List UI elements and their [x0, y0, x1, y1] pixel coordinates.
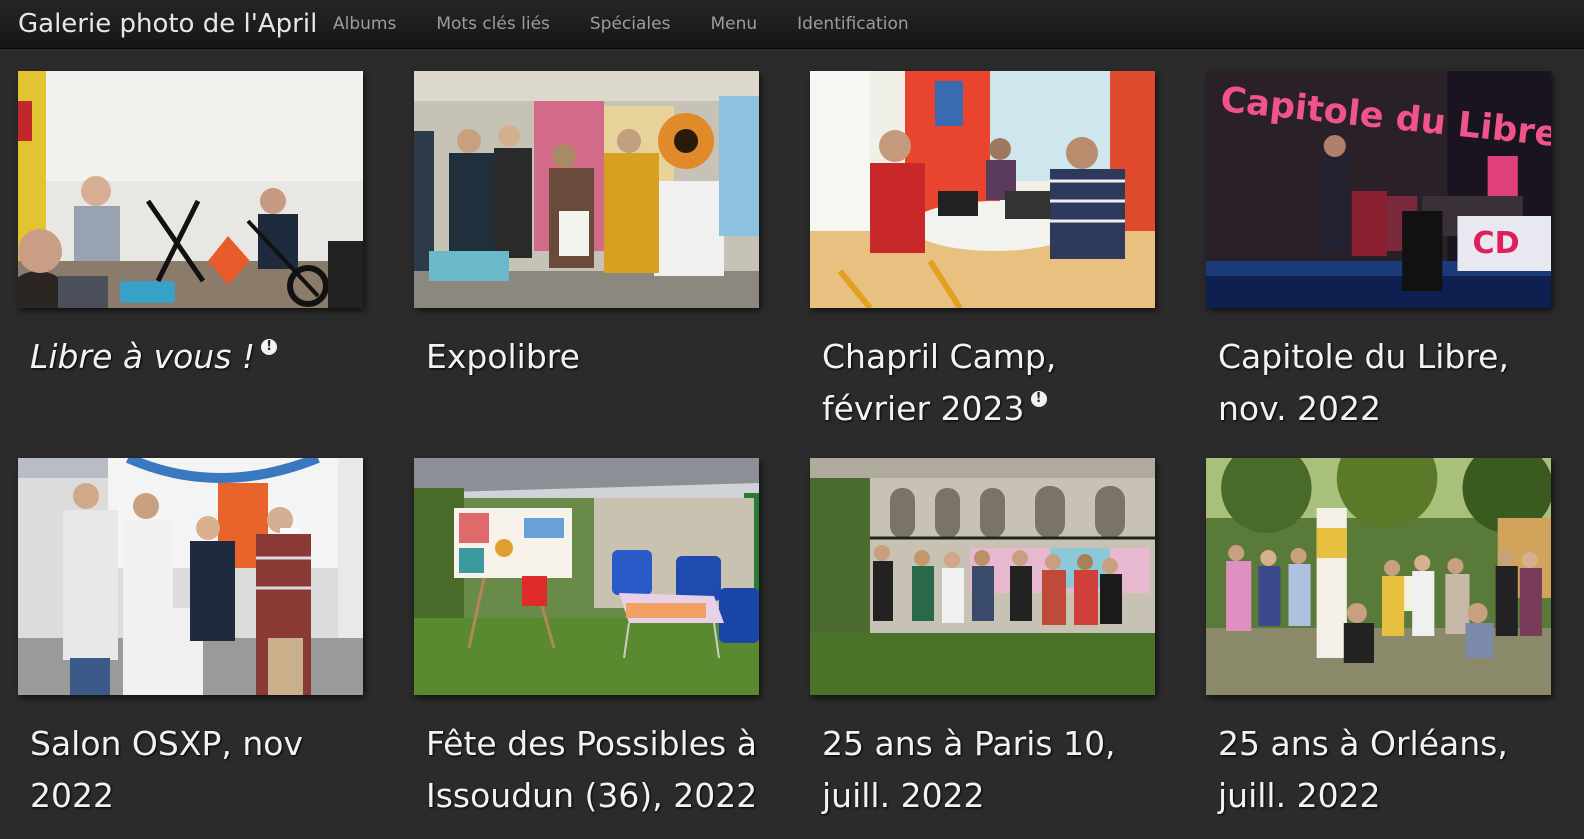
- trade-show-booth-photo: [18, 458, 363, 695]
- exhibition-photo: [414, 71, 759, 308]
- album-title: Fête des Possibles à Issoudun (36), 2022: [426, 718, 772, 822]
- album-thumbnail-libre-a-vous[interactable]: [18, 71, 363, 308]
- album-title: Capitole du Libre, nov. 2022: [1218, 331, 1564, 435]
- album-title-link[interactable]: 25 ans à Orléans, juill. 2022: [1218, 724, 1508, 815]
- album-thumbnail-25-ans-orleans[interactable]: [1206, 458, 1551, 695]
- meeting-room-photo: [810, 71, 1155, 308]
- radio-studio-photo: [18, 71, 363, 308]
- album-title: Salon OSXP, nov 2022: [30, 718, 376, 822]
- album-thumbnail-25-ans-paris[interactable]: [810, 458, 1155, 695]
- conference-stage-photo: Capitole du Libre CD: [1206, 71, 1551, 308]
- album-title: Libre à vous !!: [30, 331, 376, 383]
- svg-text:CD: CD: [1473, 226, 1520, 261]
- album-thumbnail-fete-des-possibles[interactable]: [414, 458, 759, 695]
- album-title: Expolibre: [426, 331, 772, 383]
- album-title-link[interactable]: Capitole du Libre, nov. 2022: [1218, 337, 1509, 428]
- outdoor-stand-photo: [414, 458, 759, 695]
- album-title-link[interactable]: Fête des Possibles à Issoudun (36), 2022: [426, 724, 757, 815]
- album-title-link[interactable]: Libre à vous !: [30, 337, 255, 376]
- album-thumbnail-capitole-du-libre[interactable]: Capitole du Libre CD: [1206, 71, 1551, 308]
- exclamation-circle-icon: !: [1030, 391, 1047, 407]
- album-grid: Libre à vous !! Expolibre Chapril Camp, …: [0, 0, 1584, 839]
- group-photo-orleans: [1206, 458, 1551, 695]
- album-title: Chapril Camp, février 2023!: [822, 331, 1168, 435]
- album-title-link[interactable]: Salon OSXP, nov 2022: [30, 724, 303, 815]
- album-thumbnail-chapril-camp[interactable]: [810, 71, 1155, 308]
- album-title: 25 ans à Orléans, juill. 2022: [1218, 718, 1564, 822]
- album-thumbnail-expolibre[interactable]: [414, 71, 759, 308]
- album-title-link[interactable]: 25 ans à Paris 10, juill. 2022: [822, 724, 1116, 815]
- album-title: 25 ans à Paris 10, juill. 2022: [822, 718, 1168, 822]
- album-title-link[interactable]: Chapril Camp, février 2023: [822, 337, 1056, 428]
- exclamation-circle-icon: !: [261, 339, 278, 355]
- album-thumbnail-salon-osxp[interactable]: [18, 458, 363, 695]
- group-photo-paris: [810, 458, 1155, 695]
- album-title-link[interactable]: Expolibre: [426, 337, 580, 376]
